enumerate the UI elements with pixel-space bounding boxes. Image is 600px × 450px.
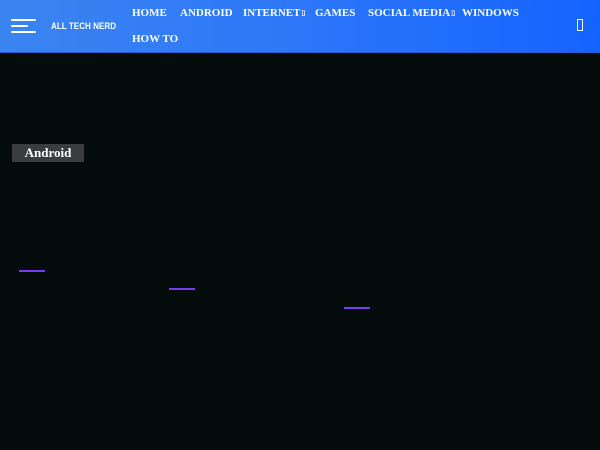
nav-item-social-media[interactable]: SOCIAL MEDIA▯ <box>368 7 455 20</box>
article-link-underline[interactable] <box>19 270 45 272</box>
menu-line-icon <box>11 25 28 27</box>
nav-item-games[interactable]: GAMES <box>315 7 355 20</box>
menu-line-icon <box>11 19 36 21</box>
nav-item-windows[interactable]: WINDOWS <box>462 7 519 20</box>
site-header: ALL TECH NERD HOME ANDROID INTERNET▯ GAM… <box>0 0 600 53</box>
search-icon[interactable] <box>577 19 583 31</box>
menu-line-icon <box>11 31 36 33</box>
article-link-underline[interactable] <box>169 288 195 290</box>
nav-item-how-to[interactable]: HOW TO <box>132 33 178 46</box>
article-link-underline[interactable] <box>344 307 370 309</box>
nav-item-internet[interactable]: INTERNET▯ <box>243 7 305 20</box>
hamburger-menu-icon[interactable] <box>11 19 36 33</box>
dropdown-caret-icon: ▯ <box>301 9 306 17</box>
site-logo[interactable]: ALL TECH NERD <box>51 21 116 31</box>
nav-item-social-media-label: SOCIAL MEDIA <box>368 7 451 19</box>
nav-item-internet-label: INTERNET <box>243 7 301 19</box>
nav-item-home[interactable]: HOME <box>132 7 167 20</box>
dropdown-caret-icon: ▯ <box>451 9 456 17</box>
nav-item-android[interactable]: ANDROID <box>180 7 233 20</box>
category-badge[interactable]: Android <box>12 144 84 162</box>
